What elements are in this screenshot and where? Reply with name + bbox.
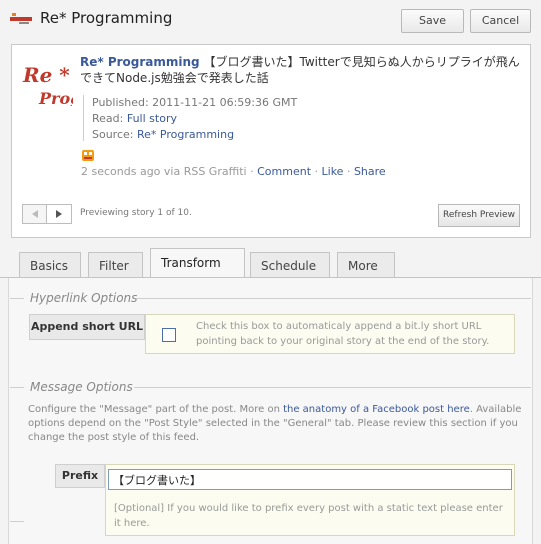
- anatomy-link[interactable]: the anatomy of a Facebook post here: [283, 404, 470, 415]
- divider: [10, 387, 24, 388]
- left-arrow-icon: [32, 210, 38, 218]
- append-short-url-hint: Check this box to automaticaly append a …: [196, 321, 490, 347]
- next-story-button[interactable]: [47, 205, 71, 223]
- story-meta: Published: 2011-11-21 06:59:36 GMT Read:…: [83, 95, 297, 141]
- comment-link[interactable]: Comment: [257, 165, 311, 178]
- preview-counter: Previewing story 1 of 10.: [80, 208, 192, 218]
- hyperlink-options-header: Hyperlink Options: [30, 291, 138, 305]
- prefix-label: Prefix: [55, 464, 105, 488]
- refresh-preview-button[interactable]: Refresh Preview: [438, 204, 520, 227]
- svg-text:Re *: Re *: [22, 63, 70, 87]
- cancel-button[interactable]: Cancel: [470, 9, 531, 33]
- divider: [136, 298, 531, 299]
- append-short-url-option: Check this box to automaticaly append a …: [145, 314, 515, 354]
- tab-schedule[interactable]: Schedule: [250, 252, 330, 278]
- message-options-header: Message Options: [30, 380, 133, 394]
- rss-graffiti-icon: [82, 150, 94, 161]
- divider: [134, 387, 531, 388]
- append-short-url-label: Append short URL: [29, 314, 145, 340]
- post-time: 2 seconds ago via RSS Graffiti: [81, 165, 247, 178]
- svg-text:Prog: Prog: [38, 89, 73, 106]
- story-title: Re* Programming 【ブログ書いた】Twitterで見知らぬ人からリ…: [80, 54, 520, 86]
- source-link[interactable]: Re* Programming: [137, 128, 234, 141]
- tab-transform[interactable]: Transform: [150, 248, 245, 278]
- like-link[interactable]: Like: [322, 165, 344, 178]
- tab-basics[interactable]: Basics: [19, 252, 81, 278]
- page-name-link[interactable]: Re* Programming: [80, 55, 200, 69]
- source-label: Source:: [92, 128, 134, 141]
- story-pager: [22, 204, 72, 224]
- header-bar: Re* Programming Save Cancel: [0, 0, 541, 44]
- prefix-hint: [Optional] If you would like to prefix e…: [114, 503, 503, 529]
- right-arrow-icon: [56, 210, 62, 218]
- published-label: Published:: [92, 96, 149, 109]
- message-options-description: Configure the "Message" part of the post…: [28, 404, 522, 443]
- divider: [10, 521, 24, 522]
- prefix-input[interactable]: [108, 469, 512, 490]
- read-label: Read:: [92, 112, 124, 125]
- story-preview: Re * Prog Re* Programming 【ブログ書いた】Twitte…: [11, 44, 531, 238]
- page-title: Re* Programming: [40, 9, 173, 27]
- append-short-url-checkbox[interactable]: [162, 328, 176, 342]
- published-value: 2011-11-21 06:59:36 GMT: [152, 96, 298, 109]
- feed-logo-icon: [10, 13, 32, 24]
- save-button[interactable]: Save: [401, 9, 464, 33]
- re-programming-logo: Re * Prog: [22, 63, 73, 106]
- full-story-link[interactable]: Full story: [127, 112, 177, 125]
- share-link[interactable]: Share: [354, 165, 386, 178]
- previous-story-button[interactable]: [23, 205, 47, 223]
- divider: [10, 298, 24, 299]
- tab-more[interactable]: More: [337, 252, 395, 278]
- story-footer: 2 seconds ago via RSS Graffiti · Comment…: [81, 165, 386, 178]
- tab-bar: Basics Filter Transform Schedule More: [0, 248, 541, 278]
- tab-filter[interactable]: Filter: [88, 252, 143, 278]
